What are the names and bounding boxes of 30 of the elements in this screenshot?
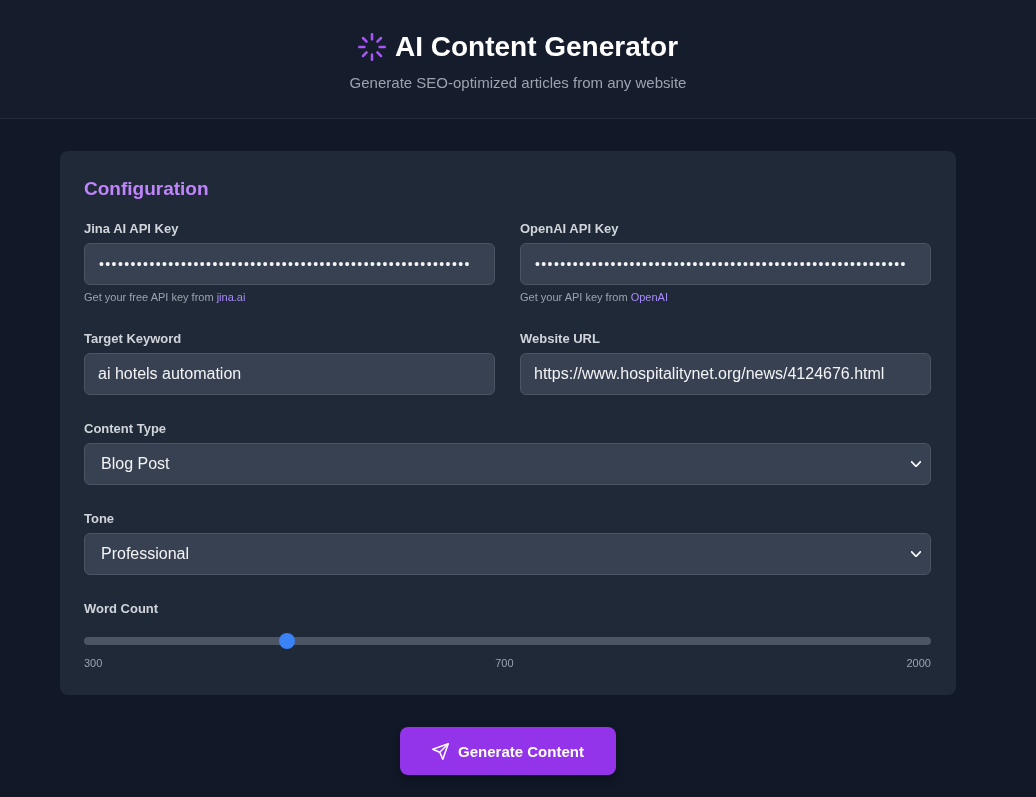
field-label: Target Keyword <box>84 330 183 348</box>
text-input[interactable]: ai hotels automation <box>84 353 495 395</box>
slider-min-label: 300 <box>84 656 103 671</box>
field-label: Website URL <box>520 330 601 348</box>
slider-thumb[interactable] <box>279 633 296 649</box>
field-label: OpenAI API Key <box>520 220 620 238</box>
dropdown-select[interactable]: Blog Post <box>84 443 931 485</box>
chevron-down-icon <box>911 551 921 557</box>
api-key-input[interactable]: ••••••••••••••••••••••••••••••••••••••••••••••••••••••••••• <box>84 243 495 285</box>
field-label: Jina AI API Key <box>84 220 180 238</box>
slider-value-label: 700 <box>495 656 514 671</box>
api-key-input[interactable]: ••••••••••••••••••••••••••••••••••••••••••••••••••••••••••• <box>520 243 931 285</box>
send-icon <box>432 742 450 760</box>
help-text: Get your free API key from jina.ai <box>84 290 247 305</box>
text-input[interactable]: https://www.hospitalitynet.org/news/4124676.html <box>520 353 931 395</box>
app-title: AI Content Generator <box>394 30 679 64</box>
app-subtitle: Generate SEO-optimized articles from any website <box>349 73 687 93</box>
field-label: Word Count <box>84 600 160 618</box>
field-label: Tone <box>84 510 116 528</box>
section-title: Configuration <box>84 177 210 201</box>
help-text: Get your API key from OpenAI <box>520 290 669 305</box>
chevron-down-icon <box>911 461 921 467</box>
field-label: Content Type <box>84 420 168 438</box>
slider-max-label: 2000 <box>906 656 931 671</box>
slider-track[interactable] <box>84 633 931 649</box>
generate-button[interactable]: Generate Content <box>400 727 616 775</box>
loader-icon <box>357 33 386 61</box>
help-link[interactable]: OpenAI <box>630 291 668 303</box>
help-link[interactable]: jina.ai <box>216 291 246 303</box>
dropdown-select[interactable]: Professional <box>84 533 931 575</box>
